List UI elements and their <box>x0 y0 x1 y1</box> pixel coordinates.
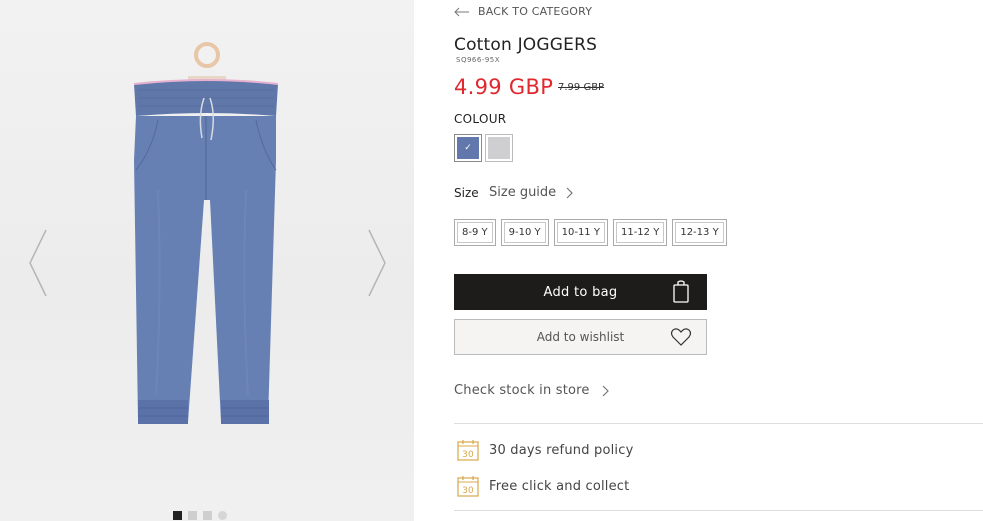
size-option[interactable]: 8-9 Y <box>454 219 496 246</box>
product-sku: SQ966-95X <box>456 56 501 64</box>
product-gallery <box>0 0 414 521</box>
add-to-bag-button[interactable]: Add to bag <box>454 274 707 310</box>
click-collect-label: Free click and collect <box>489 478 630 494</box>
size-guide-label: Size guide <box>489 185 557 200</box>
gallery-dot-2[interactable] <box>188 511 197 520</box>
size-option[interactable]: 10-11 Y <box>553 219 608 246</box>
size-option[interactable]: 12-13 Y <box>672 219 727 246</box>
old-price: 7.99 GBP <box>558 82 605 93</box>
add-to-bag-label: Add to bag <box>543 284 618 300</box>
refund-policy-perk: 30 30 days refund policy <box>457 439 633 461</box>
check-icon: ✓ <box>464 143 472 153</box>
refund-policy-label: 30 days refund policy <box>489 442 634 458</box>
product-details: BACK TO CATEGORY Cotton JOGGERS SQ966-95… <box>454 0 983 521</box>
prev-image-arrow-icon[interactable] <box>27 228 49 298</box>
chevron-right-icon <box>602 385 609 396</box>
colour-swatch-grey[interactable] <box>485 134 513 162</box>
arrow-left-icon <box>454 7 469 16</box>
gallery-dot-3[interactable] <box>203 511 212 520</box>
check-stock-link[interactable]: Check stock in store <box>454 383 610 398</box>
shopping-bag-icon <box>673 280 689 303</box>
check-stock-label: Check stock in store <box>454 383 590 398</box>
heart-icon <box>670 328 692 346</box>
size-option[interactable]: 9-10 Y <box>500 219 549 246</box>
click-collect-perk: 30 Free click and collect <box>457 475 629 497</box>
calendar-30-icon: 30 <box>457 440 479 461</box>
size-guide-link[interactable]: Size guide <box>489 185 574 200</box>
gallery-pagination <box>173 511 227 520</box>
svg-text:30: 30 <box>462 450 474 460</box>
divider <box>454 423 983 424</box>
current-price: 4.99 GBP <box>454 75 554 99</box>
gallery-dot-4[interactable] <box>218 511 227 520</box>
product-image <box>133 42 279 424</box>
calendar-30-icon: 30 <box>457 476 479 497</box>
colour-label: COLOUR <box>454 112 507 126</box>
back-to-category-link[interactable]: BACK TO CATEGORY <box>454 5 592 18</box>
back-label: BACK TO CATEGORY <box>478 5 593 18</box>
product-title: Cotton JOGGERS <box>454 35 598 55</box>
gallery-dot-1[interactable] <box>173 511 182 520</box>
divider <box>454 510 983 511</box>
add-to-wishlist-button[interactable]: Add to wishlist <box>454 319 707 355</box>
size-options: 8-9 Y 9-10 Y 10-11 Y 11-12 Y 12-13 Y <box>454 219 727 246</box>
chevron-right-icon <box>566 187 574 198</box>
colour-swatch-blue[interactable]: ✓ <box>454 134 482 162</box>
size-option[interactable]: 11-12 Y <box>612 219 668 246</box>
size-label: Size <box>454 186 479 200</box>
next-image-arrow-icon[interactable] <box>366 228 388 298</box>
add-to-wishlist-label: Add to wishlist <box>536 330 625 344</box>
svg-text:30: 30 <box>462 486 474 496</box>
